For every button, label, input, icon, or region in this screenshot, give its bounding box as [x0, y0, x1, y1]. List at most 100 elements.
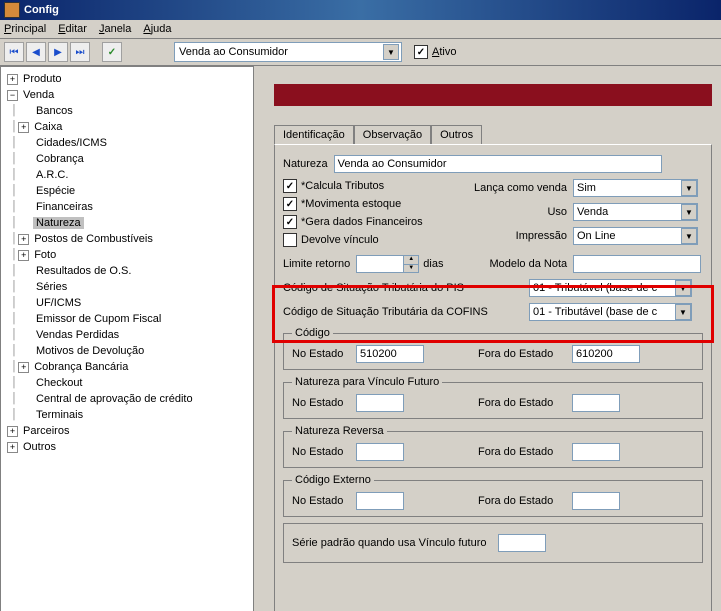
fora-estado-label-3: Fora do Estado [478, 446, 568, 458]
tree-item-cobranca[interactable]: │ Cobrança [3, 151, 251, 167]
spin-down-button[interactable]: ▼ [404, 265, 418, 273]
tree-item-cobranca-banc[interactable]: │+Cobrança Bancária [3, 359, 251, 375]
nav-prev-button[interactable]: ◀ [26, 42, 46, 62]
tree-item-postos[interactable]: │+Postos de Combustíveis [3, 231, 251, 247]
natvinc-noestado-input[interactable] [356, 394, 404, 412]
tree-item-arc[interactable]: │ A.R.C. [3, 167, 251, 183]
impressao-combo[interactable]: On Line▼ [573, 227, 698, 245]
devolve-vinculo-checkbox[interactable] [283, 233, 297, 247]
header-bar [274, 84, 712, 106]
tree-item-motivos-dev[interactable]: │ Motivos de Devolução [3, 343, 251, 359]
serie-padrao-fieldset: Série padrão quando usa Vínculo futuro [283, 523, 703, 563]
lanca-venda-label: Lança como venda [473, 182, 567, 194]
nav-tree[interactable]: +Produto −Venda │ Bancos │+Caixa │ Cidad… [0, 66, 254, 611]
spin-up-button[interactable]: ▲ [404, 256, 418, 265]
limite-retorno-input[interactable] [356, 255, 404, 273]
tree-item-emissor[interactable]: │ Emissor de Cupom Fiscal [3, 311, 251, 327]
serie-padrao-label: Série padrão quando usa Vínculo futuro [292, 537, 486, 549]
pis-combo[interactable]: 01 - Tributável (base de c▼ [529, 279, 692, 297]
codext-foraestado-input[interactable] [572, 492, 620, 510]
no-estado-label-3: No Estado [292, 446, 352, 458]
calcula-tributos-label: *Calcula Tributos [301, 180, 384, 192]
tree-item-produto[interactable]: +Produto [3, 71, 251, 87]
chevron-down-icon: ▼ [675, 280, 691, 296]
cod-externo-legend: Código Externo [292, 474, 374, 486]
tab-outros[interactable]: Outros [431, 125, 482, 144]
tab-body: Natureza Venda ao Consumidor *Calcula Tr… [274, 144, 712, 611]
tree-item-financeiras[interactable]: │ Financeiras [3, 199, 251, 215]
codigo-legend: Código [292, 327, 333, 339]
cod-externo-fieldset: Código Externo No Estado Fora do Estado [283, 474, 703, 517]
nat-reversa-legend: Natureza Reversa [292, 425, 387, 437]
calcula-tributos-checkbox[interactable] [283, 179, 297, 193]
codext-noestado-input[interactable] [356, 492, 404, 510]
tree-item-series[interactable]: │ Séries [3, 279, 251, 295]
modelo-nota-input[interactable] [573, 255, 701, 273]
record-select-combo[interactable]: Venda ao Consumidor ▼ [174, 42, 402, 62]
natureza-label: Natureza [283, 158, 328, 170]
menu-ajuda[interactable]: Ajuda [143, 23, 171, 35]
chevron-down-icon: ▼ [383, 44, 399, 60]
gera-dados-fin-checkbox[interactable] [283, 215, 297, 229]
tree-item-uficms[interactable]: │ UF/ICMS [3, 295, 251, 311]
chevron-down-icon: ▼ [681, 180, 697, 196]
tree-item-cidades[interactable]: │ Cidades/ICMS [3, 135, 251, 151]
movimenta-estoque-label: *Movimenta estoque [301, 198, 401, 210]
devolve-vinculo-label: Devolve vínculo [301, 234, 379, 246]
chevron-down-icon: ▼ [681, 204, 697, 220]
nat-reversa-fieldset: Natureza Reversa No Estado Fora do Estad… [283, 425, 703, 468]
dias-label: dias [423, 258, 443, 270]
tree-item-especie[interactable]: │ Espécie [3, 183, 251, 199]
cofins-combo[interactable]: 01 - Tributável (base de c▼ [529, 303, 692, 321]
natvinc-foraestado-input[interactable] [572, 394, 620, 412]
tab-strip: Identificação Observação Outros [274, 122, 712, 144]
titlebar: Config [0, 0, 721, 20]
tree-item-resultados[interactable]: │ Resultados de O.S. [3, 263, 251, 279]
tree-item-parceiros[interactable]: +Parceiros [3, 423, 251, 439]
fora-estado-label: Fora do Estado [478, 348, 568, 360]
codigo-noestado-input[interactable]: 510200 [356, 345, 424, 363]
nat-vinc-futuro-fieldset: Natureza para Vínculo Futuro No Estado F… [283, 376, 703, 419]
tree-item-central-aprov[interactable]: │ Central de aprovação de crédito [3, 391, 251, 407]
tree-item-caixa[interactable]: │+Caixa [3, 119, 251, 135]
tree-item-outros[interactable]: +Outros [3, 439, 251, 455]
tree-item-venda[interactable]: −Venda [3, 87, 251, 103]
tree-item-foto[interactable]: │+Foto [3, 247, 251, 263]
no-estado-label-2: No Estado [292, 397, 352, 409]
toolbar: ⏮ ◀ ▶ ⏭ ✓ Venda ao Consumidor ▼ Ativo [0, 39, 721, 66]
menu-janela[interactable]: Janela [99, 23, 131, 35]
confirm-button[interactable]: ✓ [102, 42, 122, 62]
limite-retorno-label: Limite retorno [283, 258, 350, 270]
uso-label: Uso [473, 206, 567, 218]
chevron-down-icon: ▼ [681, 228, 697, 244]
codigo-foraestado-input[interactable]: 610200 [572, 345, 640, 363]
tab-observacao[interactable]: Observação [354, 125, 431, 144]
tree-item-terminais[interactable]: │ Terminais [3, 407, 251, 423]
chevron-down-icon: ▼ [675, 304, 691, 320]
codigo-fieldset: Código No Estado 510200 Fora do Estado 6… [283, 327, 703, 370]
no-estado-label: No Estado [292, 348, 352, 360]
menu-editar[interactable]: Editar [58, 23, 87, 35]
no-estado-label-4: No Estado [292, 495, 352, 507]
record-select-value: Venda ao Consumidor [179, 46, 288, 58]
natrev-foraestado-input[interactable] [572, 443, 620, 461]
nav-last-button[interactable]: ⏭ [70, 42, 90, 62]
menubar: Principal Editar Janela Ajuda [0, 20, 721, 39]
nav-first-button[interactable]: ⏮ [4, 42, 24, 62]
tab-identificacao[interactable]: Identificação [274, 125, 354, 144]
movimenta-estoque-checkbox[interactable] [283, 197, 297, 211]
lanca-venda-combo[interactable]: Sim▼ [573, 179, 698, 197]
gera-dados-fin-label: *Gera dados Financeiros [301, 216, 423, 228]
tree-item-checkout[interactable]: │ Checkout [3, 375, 251, 391]
nav-next-button[interactable]: ▶ [48, 42, 68, 62]
serie-padrao-input[interactable] [498, 534, 546, 552]
ativo-checkbox[interactable] [414, 45, 428, 59]
menu-principal[interactable]: Principal [4, 23, 46, 35]
tree-item-bancos[interactable]: │ Bancos [3, 103, 251, 119]
fora-estado-label-2: Fora do Estado [478, 397, 568, 409]
natureza-input[interactable]: Venda ao Consumidor [334, 155, 662, 173]
tree-item-natureza[interactable]: │ Natureza [3, 215, 251, 231]
natrev-noestado-input[interactable] [356, 443, 404, 461]
tree-item-vendas-perdidas[interactable]: │ Vendas Perdidas [3, 327, 251, 343]
uso-combo[interactable]: Venda▼ [573, 203, 698, 221]
